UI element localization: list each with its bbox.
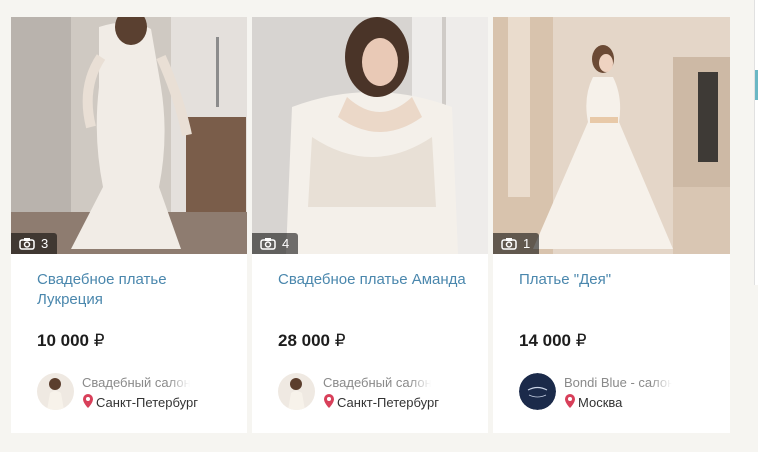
- seller-city: Санкт-Петербург: [83, 394, 198, 411]
- seller-name[interactable]: Свадебный салон "Ле: [82, 375, 190, 390]
- photo-count: 3: [41, 236, 49, 251]
- listing-card[interactable]: 4 Свадебное платье Аманда 28 000 ₽ Сваде…: [252, 17, 488, 433]
- listing-photo[interactable]: 3: [11, 17, 247, 254]
- price-value: 10 000: [37, 331, 89, 350]
- listing-card[interactable]: 1 Платье "Дея" 14 000 ₽ Bondi Blue - сал…: [493, 17, 730, 433]
- price-value: 28 000: [278, 331, 330, 350]
- photo-count-badge: 3: [11, 233, 58, 254]
- listing-photo[interactable]: 4: [252, 17, 488, 254]
- listing-photo[interactable]: 1: [493, 17, 730, 254]
- camera-icon: [19, 237, 35, 250]
- photo-count: 4: [282, 236, 290, 251]
- seller-city: Санкт-Петербург: [324, 394, 439, 411]
- photo-count: 1: [523, 236, 531, 251]
- adjacent-panel-edge: [754, 0, 758, 285]
- location-pin-icon: [83, 394, 93, 411]
- seller-avatar[interactable]: [278, 373, 315, 410]
- city-name: Санкт-Петербург: [337, 395, 439, 410]
- location-pin-icon: [324, 394, 334, 411]
- currency-symbol: ₽: [334, 331, 346, 350]
- camera-icon: [260, 237, 276, 250]
- photo-count-badge: 4: [252, 233, 299, 254]
- city-name: Санкт-Петербург: [96, 395, 198, 410]
- listing-price: 14 000 ₽: [519, 331, 587, 351]
- listing-price: 10 000 ₽: [37, 331, 105, 351]
- listing-grid: 3 Свадебное платье Лукреция 10 000 ₽ Сва…: [11, 17, 730, 433]
- seller-name[interactable]: Свадебный салон "Ле: [323, 375, 431, 390]
- seller-info[interactable]: Свадебный салон "Ле Санкт-Петербург: [278, 373, 478, 413]
- photo-count-badge: 1: [493, 233, 540, 254]
- seller-info[interactable]: Свадебный салон "Ле Санкт-Петербург: [37, 373, 237, 413]
- seller-info[interactable]: Bondi Blue - салон св Москва: [519, 373, 719, 413]
- seller-name[interactable]: Bondi Blue - салон св: [564, 375, 672, 390]
- seller-avatar[interactable]: [37, 373, 74, 410]
- listing-title[interactable]: Свадебное платье Лукреция: [37, 270, 227, 310]
- city-name: Москва: [578, 395, 623, 410]
- location-pin-icon: [565, 394, 575, 411]
- seller-avatar[interactable]: [519, 373, 556, 410]
- price-value: 14 000: [519, 331, 571, 350]
- currency-symbol: ₽: [93, 331, 105, 350]
- listing-title[interactable]: Свадебное платье Аманда: [278, 270, 468, 290]
- listing-title[interactable]: Платье "Дея": [519, 270, 709, 290]
- camera-icon: [501, 237, 517, 250]
- listing-card[interactable]: 3 Свадебное платье Лукреция 10 000 ₽ Сва…: [11, 17, 247, 433]
- seller-city: Москва: [565, 394, 622, 411]
- listing-price: 28 000 ₽: [278, 331, 346, 351]
- currency-symbol: ₽: [575, 331, 587, 350]
